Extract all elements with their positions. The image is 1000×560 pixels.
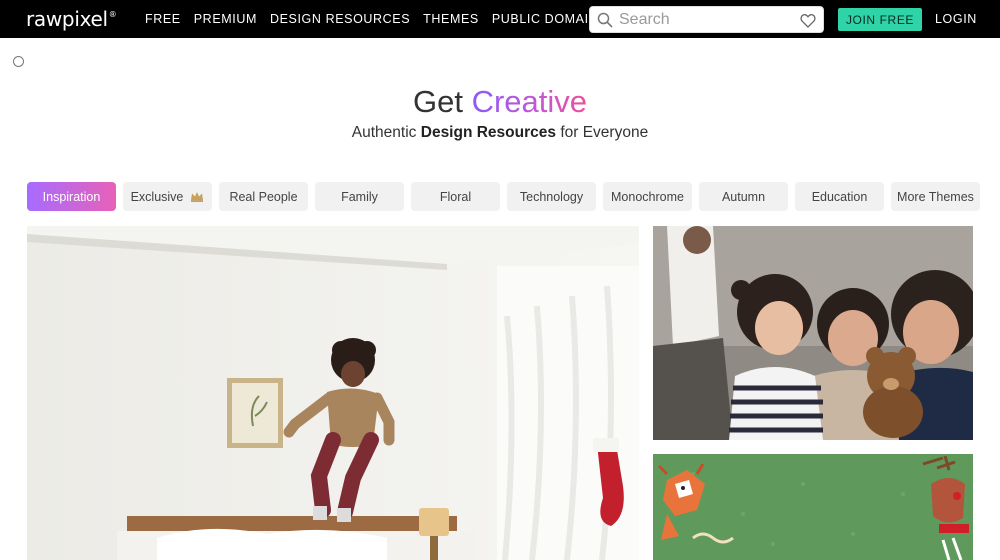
- heart-icon[interactable]: [800, 13, 816, 28]
- nav-public-domain[interactable]: PUBLIC DOMAIN: [492, 12, 598, 26]
- photo-christmas-illustration[interactable]: [653, 454, 973, 560]
- crown-icon: [191, 192, 204, 202]
- hero-title-plain: Get: [412, 84, 463, 119]
- chip-autumn[interactable]: Autumn: [699, 182, 788, 211]
- hero-subtitle-pre: Authentic: [351, 124, 417, 141]
- nav-free[interactable]: FREE: [145, 12, 181, 26]
- rawpixel-logo[interactable]: rawpixel®: [26, 7, 117, 31]
- join-free-button[interactable]: JOIN FREE: [838, 8, 922, 31]
- search-icon[interactable]: [597, 12, 613, 28]
- hero-title: Get Creative: [0, 84, 1000, 120]
- hero-title-accent: Creative: [471, 84, 588, 119]
- theme-chips: Inspiration Exclusive Real People Family…: [27, 182, 980, 211]
- chip-exclusive[interactable]: Exclusive: [123, 182, 212, 211]
- hero-subtitle-post: for Everyone: [560, 124, 649, 141]
- loading-indicator-icon: [13, 56, 24, 67]
- search-box[interactable]: [589, 6, 824, 33]
- hero-subtitle: Authentic Design Resources for Everyone: [0, 124, 1000, 142]
- chip-exclusive-label: Exclusive: [130, 189, 184, 204]
- chip-monochrome[interactable]: Monochrome: [603, 182, 692, 211]
- nav-themes[interactable]: THEMES: [423, 12, 479, 26]
- chip-floral[interactable]: Floral: [411, 182, 500, 211]
- login-link[interactable]: LOGIN: [935, 12, 977, 26]
- chip-technology[interactable]: Technology: [507, 182, 596, 211]
- top-navigation-bar: rawpixel® FREE PREMIUM DESIGN RESOURCES …: [0, 0, 1000, 38]
- search-input[interactable]: [619, 10, 789, 30]
- nav-design-resources[interactable]: DESIGN RESOURCES: [270, 12, 410, 26]
- chip-education[interactable]: Education: [795, 182, 884, 211]
- main-nav: FREE PREMIUM DESIGN RESOURCES THEMES PUB…: [145, 12, 598, 26]
- photo-boy-jumping-on-bed[interactable]: [27, 226, 639, 560]
- hero-subtitle-bold: Design Resources: [420, 124, 556, 141]
- chip-inspiration[interactable]: Inspiration: [27, 182, 116, 211]
- nav-premium[interactable]: PREMIUM: [194, 12, 257, 26]
- photo-family-laughing[interactable]: [653, 226, 973, 440]
- chip-family[interactable]: Family: [315, 182, 404, 211]
- chip-real-people[interactable]: Real People: [219, 182, 308, 211]
- chip-more-themes[interactable]: More Themes: [891, 182, 980, 211]
